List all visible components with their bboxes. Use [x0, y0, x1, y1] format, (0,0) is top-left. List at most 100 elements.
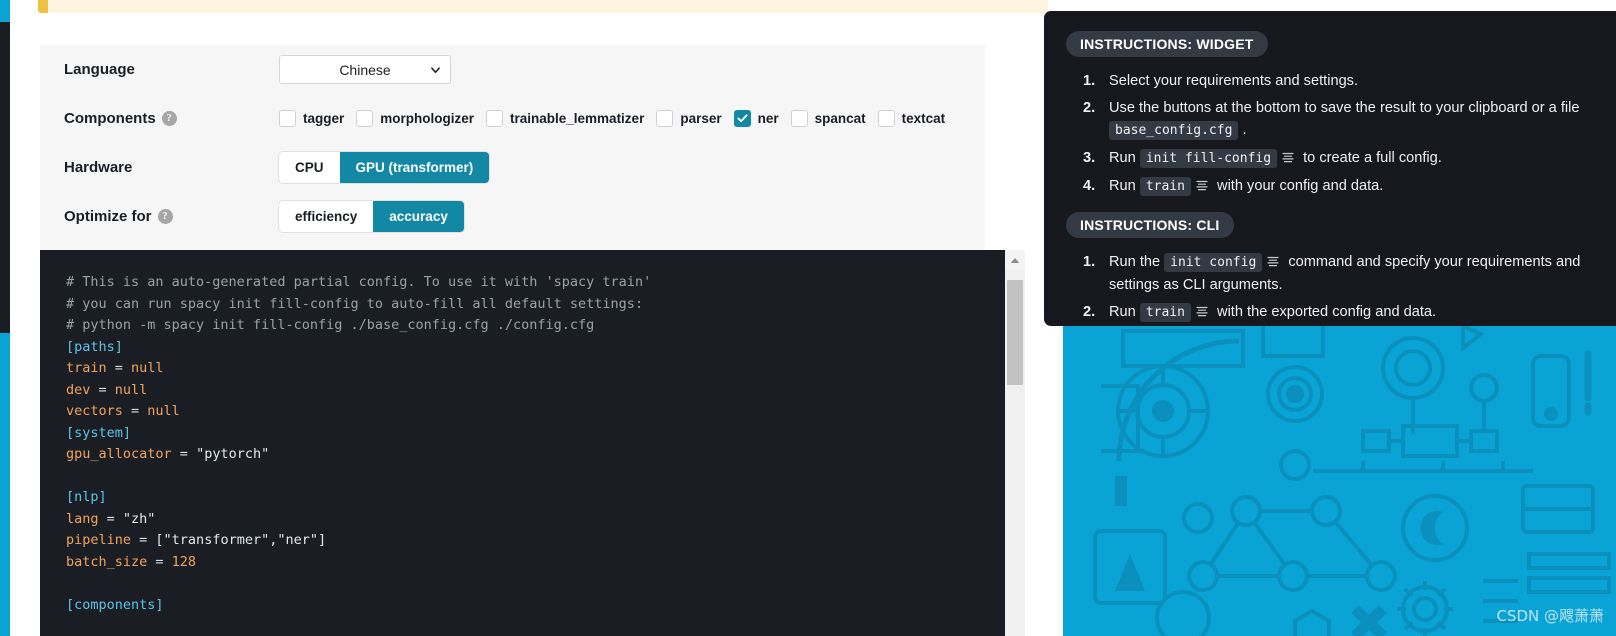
code-token: ["transformer","ner"]: [155, 532, 327, 548]
checkbox-item-tagger[interactable]: tagger: [279, 110, 344, 127]
checkbox-label-tagger: tagger: [303, 111, 345, 126]
csdn-watermark: CSDN @飕萧萧: [1496, 607, 1604, 625]
label-hardware: Hardware: [64, 159, 279, 176]
list-item-text: Select your requirements and settings.: [1109, 73, 1359, 89]
label-optimize-for-text: Optimize for: [64, 208, 152, 225]
checkbox-trainable-lemmatizer[interactable]: [486, 110, 504, 127]
checkbox-morphologizer[interactable]: [356, 110, 374, 127]
edge-strip-blue-top: [0, 0, 10, 22]
document-icon: [1282, 148, 1294, 163]
label-optimize-for: Optimize for ?: [64, 208, 279, 225]
instructions-widget-item: 2. Use the buttons at the bottom to save …: [1083, 97, 1594, 142]
document-icon: [1267, 252, 1279, 267]
code-token: "pytorch": [196, 446, 270, 462]
code-token: null: [147, 403, 180, 419]
language-select[interactable]: Chinese: [279, 55, 451, 84]
inline-code-train[interactable]: train: [1139, 303, 1191, 322]
instructions-panel: INSTRUCTIONS: WIDGET 1. Select your requi…: [1044, 11, 1616, 326]
code-token: [system]: [66, 424, 132, 441]
checkbox-textcat[interactable]: [877, 110, 895, 127]
checkbox-item-morphologizer[interactable]: morphologizer: [356, 110, 474, 127]
list-item-text: to create a full config.: [1299, 150, 1442, 166]
document-icon: [1196, 176, 1208, 191]
label-components: Components ?: [64, 110, 279, 127]
edge-strip-blue-bottom: [0, 333, 10, 636]
code-token: # python -m spacy init fill-config ./bas…: [66, 317, 595, 333]
checkbox-label-parser: parser: [680, 111, 722, 126]
instructions-cli-list: 1. Run the init config command and specif…: [1066, 251, 1594, 324]
checkbox-item-spancat[interactable]: spancat: [790, 110, 866, 127]
checkbox-spancat[interactable]: [790, 110, 808, 127]
hardware-option-gpu[interactable]: GPU (transformer): [339, 152, 490, 183]
code-scrollbar-thumb[interactable]: [1007, 280, 1023, 385]
list-item-number: 2.: [1083, 100, 1096, 116]
inline-code-base-config-cfg[interactable]: base_config.cfg: [1109, 121, 1239, 140]
label-language-text: Language: [64, 61, 135, 78]
code-token: "zh": [122, 510, 156, 527]
inline-code-init-fill-config[interactable]: init fill-config: [1139, 149, 1278, 168]
settings-row-optimize-for: Optimize for ? efficiency accuracy: [40, 192, 985, 241]
checkbox-label-textcat: textcat: [901, 111, 946, 126]
checkbox-label-trainable-lemmatizer: trainable_lemmatizer: [510, 111, 645, 126]
optimize-option-efficiency[interactable]: efficiency: [279, 201, 374, 232]
code-token: =: [147, 553, 172, 570]
code-token: =: [122, 403, 148, 419]
settings-row-components: Components ? tagger morphologizer traina…: [40, 94, 985, 143]
list-item-number: 4.: [1083, 178, 1096, 194]
list-item-number: 1.: [1083, 73, 1096, 89]
optimize-option-accuracy[interactable]: accuracy: [373, 201, 464, 232]
scroll-up-arrow[interactable]: [1005, 250, 1025, 270]
control-optimize-for: efficiency accuracy: [279, 201, 985, 232]
checkbox-label-spancat: spancat: [814, 111, 866, 126]
language-select-value: Chinese: [339, 61, 391, 78]
list-item-text: Run: [1109, 304, 1140, 320]
instructions-widget-item: 4. Run train with your config and data.: [1083, 175, 1594, 198]
inline-code-init-config[interactable]: init config: [1164, 253, 1263, 272]
code-token: dev: [66, 381, 91, 398]
label-components-text: Components: [64, 110, 156, 127]
check-icon: [737, 114, 748, 123]
hardware-option-cpu[interactable]: CPU: [279, 152, 340, 183]
edge-strip-dark: [0, 22, 10, 333]
checkbox-item-textcat[interactable]: textcat: [877, 110, 946, 127]
code-token: null: [114, 381, 148, 398]
list-item-text: Run: [1109, 150, 1140, 166]
config-code-text[interactable]: # This is an auto-generated partial conf…: [40, 250, 1005, 636]
checkbox-parser[interactable]: [656, 110, 674, 127]
list-item-number: 1.: [1083, 254, 1096, 270]
code-token: =: [90, 381, 115, 398]
code-token: pipeline: [66, 532, 132, 548]
code-token: =: [131, 532, 156, 548]
code-token: # This is an auto-generated partial conf…: [66, 274, 652, 290]
pattern-graphic: [1093, 326, 1611, 636]
code-scrollbar-track[interactable]: [1005, 250, 1025, 636]
code-token: 128: [171, 553, 197, 570]
control-hardware: CPU GPU (transformer): [279, 152, 985, 183]
list-item-number: 2.: [1083, 304, 1096, 320]
code-token: train: [66, 360, 107, 376]
list-item-text: Use the buttons at the bottom to save th…: [1109, 100, 1580, 116]
checkbox-tagger[interactable]: [279, 110, 296, 127]
code-token: null: [131, 360, 164, 376]
checkbox-item-ner[interactable]: ner: [733, 110, 779, 127]
instructions-cli-item: 1. Run the init config command and specif…: [1083, 251, 1594, 296]
checkbox-ner[interactable]: [733, 110, 751, 127]
checkbox-label-ner: ner: [757, 111, 779, 126]
page-left-edge: [0, 0, 10, 636]
inline-code-train[interactable]: train: [1139, 177, 1191, 196]
help-icon-components[interactable]: ?: [161, 111, 177, 126]
settings-row-language: Language Chinese: [40, 45, 985, 94]
caret-up-icon: [1010, 257, 1020, 263]
code-token: [paths]: [66, 338, 123, 355]
checkbox-item-trainable-lemmatizer[interactable]: trainable_lemmatizer: [486, 110, 644, 127]
checkbox-label-morphologizer: morphologizer: [380, 111, 475, 126]
instructions-widget-list: 1. Select your requirements and settings.…: [1066, 70, 1594, 198]
list-item-text: with the exported config and data.: [1212, 304, 1437, 320]
document-icon: [1196, 302, 1208, 317]
help-icon-optimize-for[interactable]: ?: [157, 209, 173, 224]
optimize-segmented-control: efficiency accuracy: [279, 201, 464, 232]
code-token: # you can run spacy init fill-config to …: [66, 295, 644, 312]
checkbox-item-parser[interactable]: parser: [656, 110, 722, 127]
list-item-number: 3.: [1083, 150, 1096, 166]
page-root: Language Chinese Components ? tagger mor…: [0, 0, 1616, 636]
